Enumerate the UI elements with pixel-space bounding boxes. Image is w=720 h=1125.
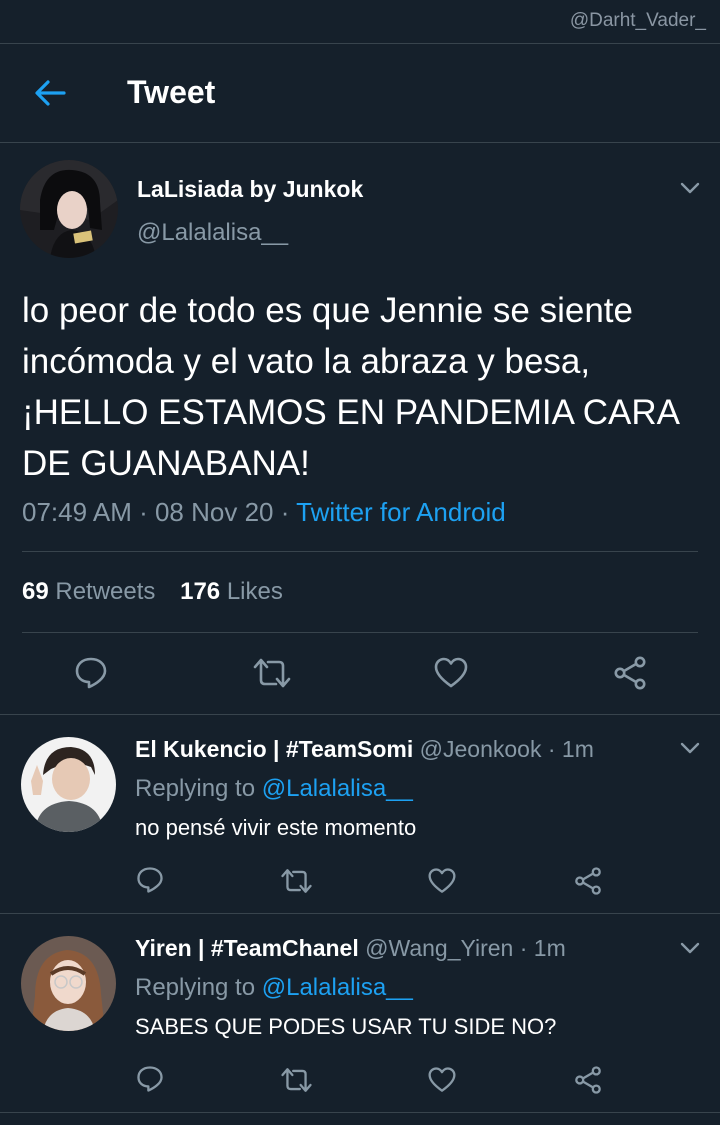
replying-label: Replying to	[135, 974, 256, 1001]
reply-author-handle[interactable]: @Jeonkook	[420, 736, 542, 762]
share-icon[interactable]	[573, 867, 603, 895]
header-bar: Tweet	[0, 44, 720, 142]
likes-label: Likes	[226, 578, 283, 605]
heart-icon[interactable]	[433, 656, 469, 690]
chevron-down-icon[interactable]	[680, 942, 700, 954]
reply-time: 1m	[561, 736, 594, 762]
retweet-icon[interactable]	[280, 1066, 313, 1094]
tweet-meta: 07:49 AM · 08 Nov 20 · Twitter for Andro…	[22, 497, 506, 528]
divider	[0, 142, 720, 143]
tweet-stats: 69 Retweets 176 Likes	[22, 578, 283, 606]
reply-header: Yiren | #TeamChanel @Wang_Yiren · 1m	[135, 935, 566, 961]
speech-bubble-icon[interactable]	[136, 866, 164, 894]
divider	[22, 551, 698, 552]
replying-to: Replying to @Lalalalisa__	[135, 974, 413, 1002]
replying-label: Replying to	[135, 775, 256, 802]
page-title: Tweet	[127, 74, 216, 110]
reply-time: 1m	[533, 935, 566, 961]
avatar[interactable]	[21, 936, 116, 1031]
replying-to: Replying to @Lalalalisa__	[135, 775, 413, 803]
author-handle[interactable]: @Lalalalisa__	[137, 219, 288, 247]
avatar[interactable]	[20, 160, 118, 258]
likes-stat[interactable]: 176 Likes	[180, 578, 283, 605]
retweets-stat[interactable]: 69 Retweets	[22, 578, 155, 605]
retweet-icon[interactable]	[280, 867, 313, 895]
tweet-source-link[interactable]: Twitter for Android	[296, 497, 506, 527]
watermark: @Darht_Vader_	[569, 10, 706, 31]
speech-bubble-icon[interactable]	[74, 656, 108, 690]
chevron-down-icon[interactable]	[680, 182, 700, 194]
heart-icon[interactable]	[427, 867, 457, 895]
speech-bubble-icon[interactable]	[136, 1065, 164, 1093]
reply-author-name[interactable]: El Kukencio | #TeamSomi	[135, 736, 413, 762]
likes-count: 176	[180, 578, 221, 605]
tweet-text: lo peor de todo es que Jennie se siente …	[22, 291, 679, 483]
chevron-down-icon[interactable]	[680, 742, 700, 754]
retweets-count: 69	[22, 578, 49, 605]
divider	[22, 632, 698, 633]
reply-author-handle[interactable]: @Wang_Yiren	[365, 935, 513, 961]
arrow-left-icon[interactable]	[34, 80, 66, 106]
replying-mention-link[interactable]: @Lalalalisa__	[262, 974, 413, 1001]
retweet-icon[interactable]	[252, 656, 292, 690]
heart-icon[interactable]	[427, 1066, 457, 1094]
divider	[0, 913, 720, 914]
divider	[0, 1112, 720, 1113]
reply-text: no pensé vivir este momento	[135, 815, 417, 840]
reply-text: SABES QUE PODES USAR TU SIDE NO?	[135, 1014, 557, 1039]
tweet-time: 07:49 AM	[22, 497, 132, 527]
meta-separator: ·	[131, 497, 155, 527]
replying-mention-link[interactable]: @Lalalalisa__	[262, 775, 413, 802]
meta-separator: ·	[273, 497, 297, 527]
author-name[interactable]: LaLisiada by Junkok	[137, 176, 363, 203]
avatar[interactable]	[21, 737, 116, 832]
reply-author-name[interactable]: Yiren | #TeamChanel	[135, 935, 359, 961]
tweet-date: 08 Nov 20	[154, 497, 274, 527]
retweets-label: Retweets	[55, 578, 156, 605]
share-icon[interactable]	[612, 656, 648, 690]
divider	[0, 714, 720, 715]
reply-header: El Kukencio | #TeamSomi @Jeonkook · 1m	[135, 736, 594, 762]
share-icon[interactable]	[573, 1066, 603, 1094]
